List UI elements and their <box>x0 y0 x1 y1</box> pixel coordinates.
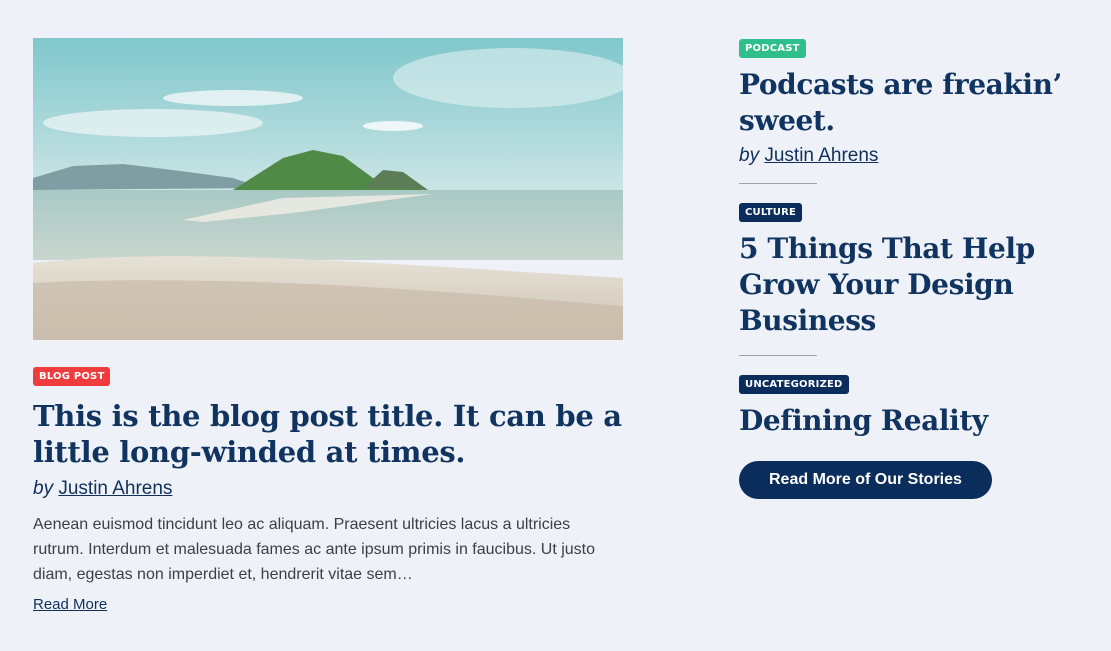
featured-image[interactable] <box>33 38 623 340</box>
featured-post: BLOG POST This is the blog post title. I… <box>33 38 623 614</box>
author-link[interactable]: Justin Ahrens <box>58 478 172 499</box>
sidebar-post: UNCATEGORIZED Defining Reality <box>739 374 1089 439</box>
sidebar-post: CULTURE 5 Things That Help Grow Your Des… <box>739 202 1089 339</box>
author-link[interactable]: Justin Ahrens <box>764 145 878 166</box>
post-excerpt: Aenean euismod tincidunt leo ac aliquam.… <box>33 516 596 583</box>
read-more-stories-button[interactable]: Read More of Our Stories <box>739 461 992 499</box>
byline: by Justin Ahrens <box>739 145 1089 167</box>
category-badge[interactable]: UNCATEGORIZED <box>739 375 849 394</box>
by-label: by <box>33 478 54 499</box>
read-more-link[interactable]: Read More <box>33 596 107 613</box>
divider <box>739 183 817 184</box>
post-title[interactable]: 5 Things That Help Grow Your Design Busi… <box>739 231 1089 339</box>
category-badge[interactable]: PODCAST <box>739 39 806 58</box>
by-label: by <box>739 145 760 166</box>
sidebar-post: PODCAST Podcasts are freakin’ sweet. by … <box>739 38 1089 167</box>
divider <box>739 355 817 356</box>
post-title[interactable]: Podcasts are freakin’ sweet. <box>739 67 1089 139</box>
category-badge[interactable]: BLOG POST <box>33 367 111 386</box>
post-title[interactable]: This is the blog post title. It can be a… <box>33 398 623 470</box>
category-badge[interactable]: CULTURE <box>739 203 803 222</box>
byline: by Justin Ahrens <box>33 478 623 500</box>
sidebar-posts: PODCAST Podcasts are freakin’ sweet. by … <box>739 38 1089 499</box>
post-title[interactable]: Defining Reality <box>739 403 1089 439</box>
